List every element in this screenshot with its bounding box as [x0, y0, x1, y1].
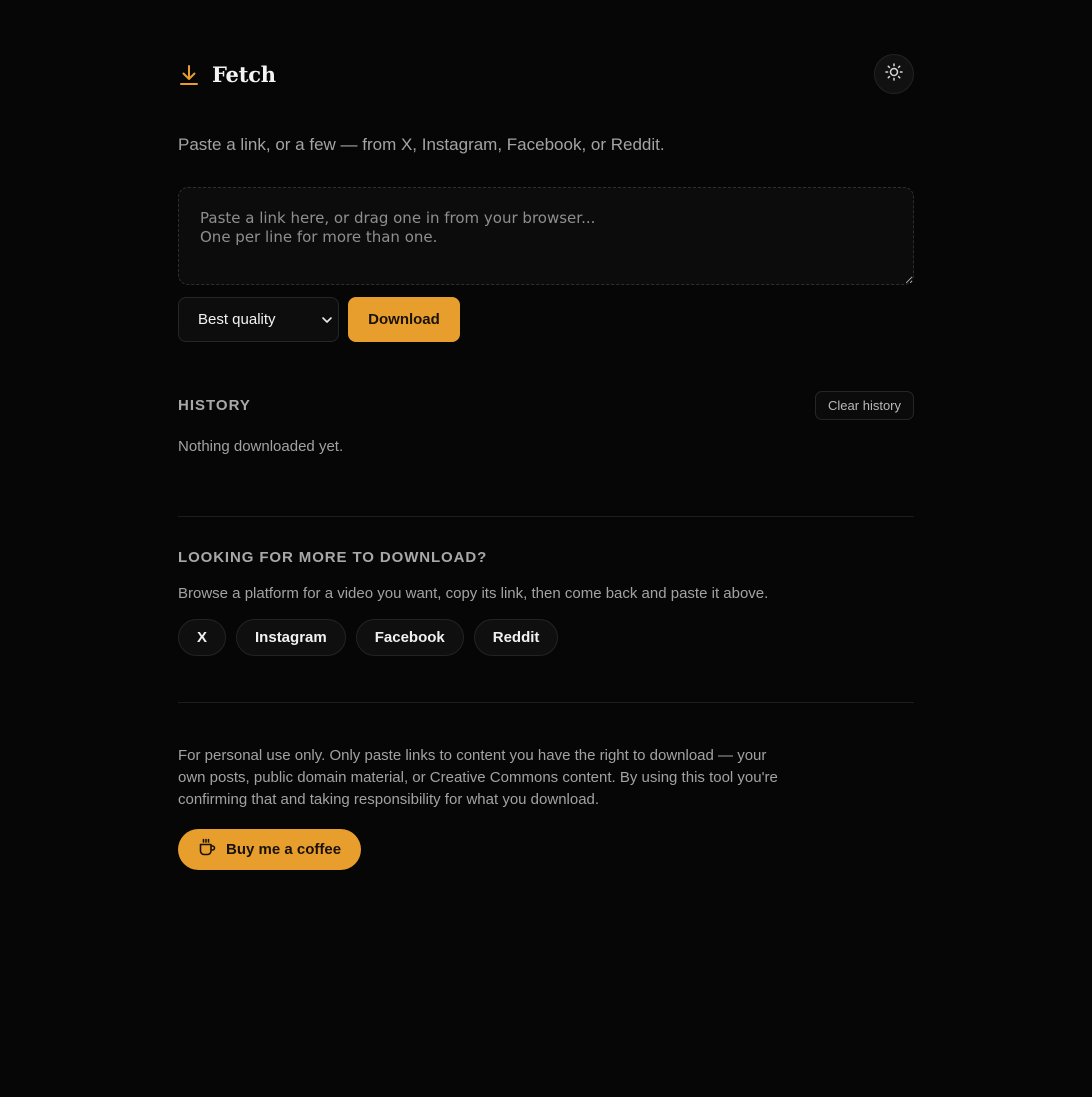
- clear-history-button[interactable]: Clear history: [815, 391, 914, 420]
- buy-me-a-coffee-button[interactable]: Buy me a coffee: [178, 829, 362, 870]
- history-heading: HISTORY: [178, 397, 251, 414]
- platform-link-facebook[interactable]: Facebook: [355, 619, 464, 656]
- buy-me-a-coffee-label: Buy me a coffee: [226, 841, 342, 858]
- chevron-down-icon: [320, 313, 334, 332]
- theme-toggle-button[interactable]: [874, 54, 914, 94]
- download-controls: Best quality Download: [178, 297, 460, 342]
- platform-link-reddit[interactable]: Reddit: [473, 619, 559, 656]
- tagline: Paste a link, or a few — from X, Instagr…: [178, 135, 665, 154]
- platform-link-instagram[interactable]: Instagram: [236, 619, 346, 656]
- section-divider: [178, 702, 914, 703]
- more-description: Browse a platform for a video you want, …: [178, 585, 769, 602]
- header: Fetch: [178, 54, 914, 95]
- coffee-cup-icon: [197, 837, 217, 862]
- download-button[interactable]: Download: [348, 297, 460, 342]
- history-empty-text: Nothing downloaded yet.: [178, 438, 344, 455]
- platform-links: X Instagram Facebook Reddit: [178, 619, 559, 656]
- section-divider: [178, 516, 914, 517]
- app-title: Fetch: [212, 62, 276, 87]
- quality-select-value: Best quality: [198, 311, 276, 328]
- platform-link-x[interactable]: X: [178, 619, 227, 656]
- quality-select[interactable]: Best quality: [178, 297, 339, 342]
- link-input[interactable]: [178, 187, 914, 285]
- more-heading: LOOKING FOR MORE TO DOWNLOAD?: [178, 549, 488, 566]
- disclaimer-text: For personal use only. Only paste links …: [178, 747, 778, 808]
- sun-icon: [885, 62, 903, 86]
- download-arrow-icon: [178, 64, 200, 86]
- logo[interactable]: Fetch: [178, 54, 276, 95]
